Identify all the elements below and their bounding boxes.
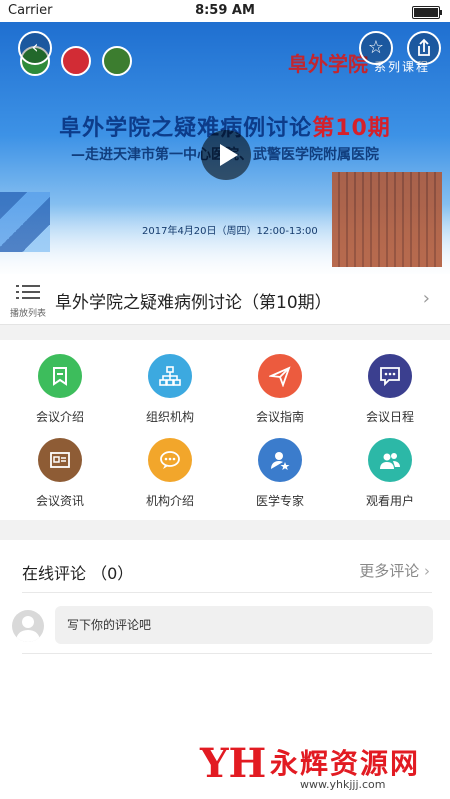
- video-title-row[interactable]: 播放列表 阜外学院之疑难病例讨论（第10期） ›: [0, 274, 450, 325]
- menu-grid: 会议介绍 组织机构 会议指南 会议日程 会议资讯 机构介绍 医学专家 观看用户: [0, 340, 450, 520]
- favorite-button[interactable]: ☆: [359, 31, 393, 65]
- play-button[interactable]: [201, 130, 251, 180]
- chevron-right-icon[interactable]: ›: [423, 288, 430, 309]
- menu-item-organization[interactable]: 组织机构: [114, 342, 226, 427]
- hospital-building-image: [332, 172, 442, 267]
- status-bar: Carrier 8:59 AM: [0, 0, 450, 22]
- expert-icon: [258, 438, 302, 482]
- playlist-label: 播放列表: [9, 309, 46, 319]
- user-icon: [16, 616, 40, 642]
- menu-item-viewers[interactable]: 观看用户: [334, 426, 446, 511]
- decorative-cubes: [0, 192, 50, 252]
- menu-item-label: 医学专家: [255, 494, 304, 508]
- section-divider: [0, 520, 450, 540]
- site-watermark: YH 永辉资源网 www.yhkjjj.com: [200, 740, 430, 791]
- back-button[interactable]: ‹: [18, 31, 52, 65]
- more-comments-link[interactable]: 更多评论 ›: [359, 560, 430, 581]
- menu-item-schedule[interactable]: 会议日程: [334, 342, 446, 427]
- menu-item-label: 机构介绍: [145, 494, 194, 508]
- watermark-logo: YH: [200, 740, 267, 787]
- playlist-button[interactable]: 播放列表: [8, 284, 48, 319]
- chat-icon: [368, 354, 412, 398]
- menu-item-label: 观看用户: [365, 494, 414, 508]
- menu-item-label: 会议日程: [365, 410, 414, 424]
- play-icon: [220, 144, 238, 166]
- menu-item-label: 会议指南: [255, 410, 304, 424]
- org-chart-icon: [148, 354, 192, 398]
- video-banner[interactable]: 阜外学院系列课程 阜外学院之疑难病例讨论第10期 —走进天津市第一中心医院、武警…: [0, 22, 450, 274]
- menu-item-institution[interactable]: 机构介绍: [114, 426, 226, 511]
- star-icon: ☆: [367, 37, 385, 58]
- chevron-left-icon: ‹: [31, 37, 39, 58]
- battery-icon: [412, 6, 442, 19]
- chevron-right-icon: ›: [424, 562, 430, 580]
- share-icon: [418, 38, 430, 56]
- watermark-name: 永辉资源网: [270, 747, 421, 780]
- clock: 8:59 AM: [195, 3, 255, 18]
- banner-date: 2017年4月20日（周四）12:00-13:00: [142, 226, 318, 237]
- video-title: 阜外学院之疑难病例讨论（第10期）: [55, 293, 332, 313]
- comment-count: （0）: [91, 564, 134, 583]
- hospital-logo: [61, 46, 92, 76]
- section-divider: [0, 325, 450, 340]
- menu-item-experts[interactable]: 医学专家: [224, 426, 336, 511]
- share-button[interactable]: [407, 31, 441, 65]
- avatar: [12, 610, 44, 642]
- menu-item-conference-intro[interactable]: 会议介绍: [4, 342, 116, 427]
- comments-heading: 在线评论 （0）: [22, 564, 134, 583]
- bookmark-icon: [38, 354, 82, 398]
- paper-plane-icon: [258, 354, 302, 398]
- menu-item-label: 会议介绍: [35, 410, 84, 424]
- comment-input[interactable]: [55, 606, 433, 644]
- id-card-icon: [38, 438, 82, 482]
- users-icon: [368, 438, 412, 482]
- menu-item-label: 组织机构: [145, 410, 194, 424]
- menu-item-guide[interactable]: 会议指南: [224, 342, 336, 427]
- watermark-url: www.yhkjjj.com: [300, 778, 386, 791]
- list-icon: [16, 285, 40, 299]
- menu-item-news[interactable]: 会议资讯: [4, 426, 116, 511]
- message-icon: [148, 438, 192, 482]
- hospital-logo: [102, 46, 133, 76]
- comments-section: 在线评论 （0） 更多评论 ›: [0, 540, 450, 680]
- menu-item-label: 会议资讯: [35, 494, 84, 508]
